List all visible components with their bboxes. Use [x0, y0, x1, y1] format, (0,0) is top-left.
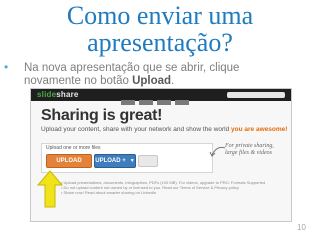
slideshare-logo[interactable]: slideshare — [37, 90, 79, 99]
nav-item[interactable] — [175, 100, 189, 105]
slide-title: Como enviar uma apresentação? — [0, 2, 320, 56]
logo-prefix: slide — [37, 90, 57, 99]
upload-button[interactable]: UPLOAD — [46, 154, 92, 168]
upload-plus-button[interactable]: UPLOAD + ▼ — [94, 154, 136, 168]
chevron-down-icon: ▼ — [129, 158, 135, 164]
note-line: • Share now! Read about smarter sharing … — [61, 190, 157, 195]
page-number: 10 — [297, 223, 306, 232]
slide-title-line1: Como enviar uma — [66, 1, 254, 30]
upload-notes: • Upload presentations, documents, infog… — [61, 180, 265, 195]
slide-title-line2: apresentação? — [87, 28, 233, 57]
nav-item[interactable] — [139, 100, 153, 105]
site-search-input[interactable] — [227, 92, 285, 98]
site-topbar: slideshare — [31, 89, 291, 105]
nav-item[interactable] — [121, 100, 135, 105]
upload-plus-label: UPLOAD + — [95, 158, 126, 164]
upload-card: Upload one or more files UPLOAD UPLOAD +… — [41, 143, 213, 173]
private-sharing-note: For private sharing, large files & video… — [225, 143, 274, 156]
body-bold: Upload — [132, 75, 172, 87]
upload-label: Upload one or more files — [46, 145, 101, 151]
body-end: . — [171, 75, 175, 87]
subheading-text: Upload your content, share with your net… — [41, 126, 232, 133]
secondary-button[interactable] — [138, 155, 158, 167]
sharing-subheading: Upload your content, share with your net… — [41, 126, 287, 133]
bullet-text: Na nova apresentação que se abrir, cliqu… — [24, 62, 294, 88]
logo-suffix: share — [56, 90, 79, 99]
slideshare-screenshot: slideshare Sharing is great! Upload your… — [30, 88, 292, 222]
bullet-icon: • — [4, 60, 9, 74]
nav-item[interactable] — [157, 100, 171, 105]
sharing-heading: Sharing is great! — [41, 107, 163, 124]
subheading-bold: you are awesome! — [231, 126, 288, 133]
